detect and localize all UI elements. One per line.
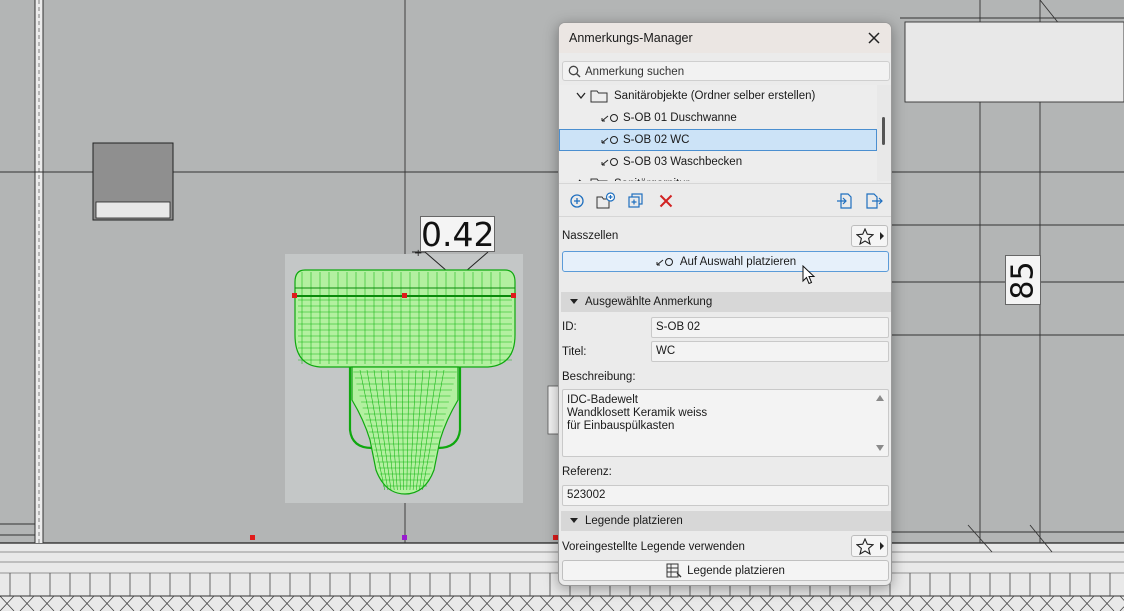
description-line: Wandklosett Keramik weiss [567, 407, 708, 419]
chevron-down-icon[interactable] [576, 92, 586, 100]
place-legend-button[interactable]: Legende platzieren [562, 560, 889, 581]
annotation-tree[interactable]: Sanitärobjekte (Ordner selber erstellen)… [559, 85, 877, 181]
delete-button[interactable] [655, 190, 677, 212]
tree-folder-sanitaergarnitur[interactable]: Sanitärgarnitur [559, 173, 877, 181]
annotation-manager-palette[interactable]: Anmerkungs-Manager Sanitärobjekte (Ordne… [558, 22, 892, 586]
folder-icon [590, 90, 608, 103]
new-folder-button[interactable] [595, 190, 617, 212]
place-on-selection-label: Auf Auswahl platzieren [679, 255, 797, 268]
section-title: Legende platzieren [585, 515, 683, 527]
duplicate-icon [628, 193, 643, 208]
dropdown-arrow-icon [880, 542, 884, 550]
scroll-up-icon[interactable] [876, 395, 884, 401]
title-field[interactable]: WC [651, 341, 889, 362]
palette-title: Anmerkungs-Manager [569, 31, 693, 45]
chevron-right-icon[interactable] [578, 179, 586, 181]
legend-table-icon [666, 563, 682, 578]
tree-scrollbar[interactable] [877, 85, 891, 181]
description-field[interactable]: IDC-Badewelt Wandklosett Keramik weiss f… [562, 389, 889, 457]
tree-folder-sanitaerobjekte[interactable]: Sanitärobjekte (Ordner selber erstellen) [559, 85, 877, 107]
folder-icon [590, 178, 608, 181]
tree-item-label: S-OB 02 WC [623, 134, 690, 146]
star-icon [856, 227, 874, 245]
import-button[interactable] [834, 190, 856, 212]
search-box[interactable] [562, 61, 890, 81]
tree-item-label: S-OB 03 Waschbecken [623, 156, 743, 168]
collapse-triangle-icon [570, 518, 578, 523]
close-icon [868, 32, 880, 44]
annotation-icon [601, 136, 618, 144]
palette-titlebar[interactable]: Anmerkungs-Manager [559, 23, 891, 53]
place-on-selection-button[interactable]: Auf Auswahl platzieren [562, 251, 889, 272]
mouse-cursor [802, 265, 816, 285]
dimension-label-vertical[interactable]: 85 [1005, 255, 1041, 305]
tree-folder-label: Sanitärgarnitur [614, 173, 689, 181]
add-note-button[interactable] [566, 190, 588, 212]
delete-icon [659, 194, 673, 208]
legend-favorites-button[interactable] [851, 535, 888, 557]
annotation-icon [601, 158, 618, 166]
favorites-button[interactable] [851, 225, 888, 247]
title-label: Titel: [562, 346, 587, 358]
star-icon [856, 537, 874, 555]
section-title: Ausgewählte Anmerkung [585, 296, 713, 308]
selected-annotation-header[interactable]: Ausgewählte Anmerkung [561, 292, 891, 312]
annotation-icon [601, 114, 618, 122]
annotation-toolbar [559, 183, 891, 217]
description-line: IDC-Badewelt [567, 394, 638, 406]
add-note-icon [570, 194, 584, 208]
annotation-icon [656, 257, 673, 266]
reference-label: Referenz: [562, 466, 612, 478]
dimension-label[interactable]: 0.42 [420, 216, 495, 253]
scroll-down-icon[interactable] [876, 445, 884, 451]
id-field[interactable]: S-OB 02 [651, 317, 889, 338]
search-icon [568, 65, 581, 78]
duplicate-button[interactable] [625, 190, 647, 212]
tree-item-s-ob-01[interactable]: S-OB 01 Duschwanne [559, 107, 877, 129]
search-input[interactable] [585, 63, 885, 80]
place-legend-header[interactable]: Legende platzieren [561, 511, 891, 531]
tree-item-s-ob-02[interactable]: S-OB 02 WC [559, 129, 877, 151]
favorites-row: Nasszellen [559, 223, 891, 249]
description-line: für Einbauspülkasten [567, 420, 675, 432]
close-button[interactable] [863, 27, 885, 49]
import-icon [837, 193, 852, 209]
tree-item-s-ob-03[interactable]: S-OB 03 Waschbecken [559, 151, 877, 173]
tree-folder-label: Sanitärobjekte (Ordner selber erstellen) [614, 90, 816, 102]
description-label: Beschreibung: [562, 371, 636, 383]
reference-field[interactable]: 523002 [562, 485, 889, 506]
new-folder-icon [596, 192, 616, 209]
export-icon [866, 193, 883, 209]
place-legend-label: Legende platzieren [687, 564, 785, 577]
dropdown-arrow-icon [880, 232, 884, 240]
dimension-value: 85 [1005, 260, 1041, 300]
tree-item-label: S-OB 01 Duschwanne [623, 112, 737, 124]
default-legend-label: Voreingestellte Legende verwenden [562, 541, 745, 553]
scrollbar-thumb[interactable] [882, 117, 885, 145]
id-label: ID: [562, 321, 577, 333]
collapse-triangle-icon [570, 299, 578, 304]
favorites-label: Nasszellen [562, 230, 619, 242]
export-button[interactable] [863, 190, 885, 212]
